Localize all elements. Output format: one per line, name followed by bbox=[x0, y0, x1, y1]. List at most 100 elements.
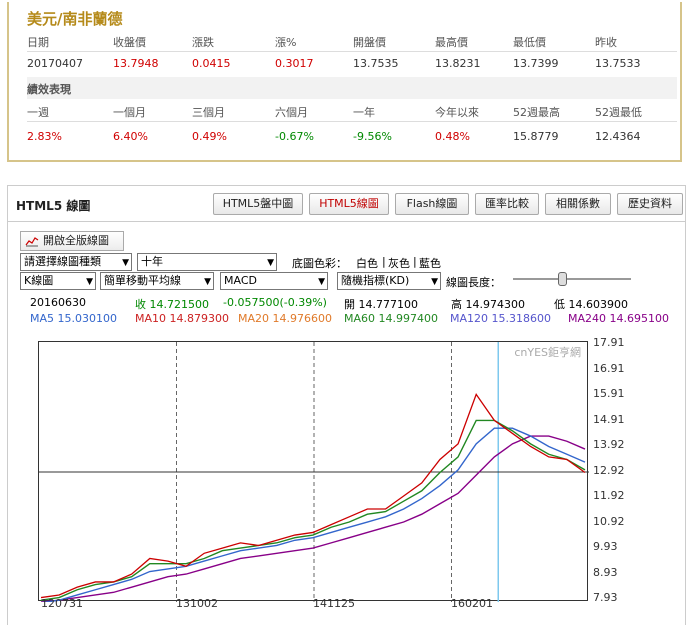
header-cell: 昨收 bbox=[595, 36, 617, 49]
header-cell: 今年以來 bbox=[435, 106, 479, 119]
period-select[interactable]: 十年 ▼ bbox=[137, 253, 277, 271]
header-cell: 一個月 bbox=[113, 106, 146, 119]
pair-title: 美元/南非蘭德 bbox=[27, 10, 123, 28]
series-line-ma240 bbox=[40, 435, 586, 603]
slider-thumb[interactable] bbox=[558, 272, 567, 286]
section-title: 績效表現 bbox=[27, 83, 71, 96]
chart-type-value: 請選擇線圖種類 bbox=[24, 255, 101, 268]
chevron-down-icon: ▼ bbox=[122, 258, 129, 268]
value-cell: 12.4364 bbox=[595, 130, 641, 143]
tab-history[interactable]: 歷史資料 bbox=[617, 193, 683, 215]
x-tick-label: 160201 bbox=[451, 597, 493, 610]
bg-white-option[interactable]: 白色 bbox=[356, 255, 378, 271]
chevron-down-icon: ▼ bbox=[318, 277, 325, 287]
x-tick-label: 141125 bbox=[313, 597, 355, 610]
bg-blue-option[interactable]: 藍色 bbox=[419, 255, 441, 271]
period-value: 十年 bbox=[141, 255, 163, 268]
ma120-readout: MA120 15.318600 bbox=[450, 312, 551, 325]
high-readout: 高 14.974300 bbox=[451, 298, 525, 311]
quote-value-row: 20170407 13.7948 0.0415 0.3017 13.7535 1… bbox=[27, 53, 677, 75]
y-tick-label: 11.92 bbox=[593, 489, 625, 502]
chevron-down-icon: ▼ bbox=[86, 277, 93, 287]
header-cell: 漲跌 bbox=[192, 36, 214, 49]
tab-rate-compare[interactable]: 匯率比較 bbox=[475, 193, 539, 215]
chart-header: HTML5 線圖 HTML5盤中圖 HTML5線圖 Flash線圖 匯率比較 相… bbox=[8, 186, 685, 222]
header-cell: 最高價 bbox=[435, 36, 468, 49]
y-tick-label: 10.92 bbox=[593, 514, 625, 528]
tab-flash-chart[interactable]: Flash線圖 bbox=[395, 193, 469, 215]
value-cell: 13.8231 bbox=[435, 57, 481, 70]
kline-select[interactable]: K線圖 ▼ bbox=[20, 272, 96, 290]
change-readout: -0.057500(-0.39%) bbox=[223, 296, 327, 309]
quote-header-row: 日期 收盤價 漲跌 漲% 開盤價 最高價 最低價 昨收 bbox=[27, 30, 677, 52]
quote-panel: 美元/南非蘭德 日期 收盤價 漲跌 漲% 開盤價 最高價 最低價 昨收 2017… bbox=[7, 2, 682, 162]
header-cell: 52週最低 bbox=[595, 106, 642, 119]
ma-select[interactable]: 簡單移動平均線 ▼ bbox=[100, 272, 214, 290]
price-chart[interactable]: cnYES鉅亨網 bbox=[38, 341, 589, 604]
header-cell: 52週最高 bbox=[513, 106, 560, 119]
y-tick-label: 9.93 bbox=[593, 540, 618, 553]
header-cell: 一年 bbox=[353, 106, 375, 119]
ma5-readout: MA5 15.030100 bbox=[30, 312, 117, 325]
tab-html5-chart[interactable]: HTML5線圖 bbox=[309, 193, 389, 215]
value-cell: 0.0415 bbox=[192, 57, 231, 70]
x-tick-label: 120731 bbox=[41, 597, 83, 610]
chart-type-select[interactable]: 請選擇線圖種類 ▼ bbox=[20, 253, 132, 271]
tab-correlation[interactable]: 相關係數 bbox=[545, 193, 611, 215]
y-tick-label: 7.93 bbox=[593, 591, 618, 604]
value-cell: 0.3017 bbox=[275, 57, 314, 70]
ma240-readout: MA240 14.695100 bbox=[568, 312, 669, 325]
y-tick-label: 8.93 bbox=[593, 565, 618, 579]
ma10-readout: MA10 14.879300 bbox=[135, 312, 229, 325]
chart-length-label: 線圖長度： bbox=[446, 276, 501, 289]
bg-gray-option[interactable]: 灰色 bbox=[388, 255, 410, 271]
macd-value: MACD bbox=[224, 274, 257, 287]
header-cell: 日期 bbox=[27, 36, 49, 49]
macd-select[interactable]: MACD ▼ bbox=[220, 272, 328, 290]
value-cell: 13.7948 bbox=[113, 57, 159, 70]
header-cell: 收盤價 bbox=[113, 36, 146, 49]
separator: | bbox=[382, 255, 386, 268]
chevron-down-icon: ▼ bbox=[267, 258, 274, 268]
close-readout: 收 14.721500 bbox=[135, 298, 209, 311]
separator: | bbox=[413, 255, 417, 268]
y-tick-label: 17.91 bbox=[593, 336, 625, 349]
series-line-ma60 bbox=[40, 427, 586, 604]
y-tick-label: 13.92 bbox=[593, 438, 625, 451]
chevron-down-icon: ▼ bbox=[204, 277, 211, 287]
header-cell: 漲% bbox=[275, 36, 297, 49]
date-readout: 20160630 bbox=[30, 296, 86, 309]
tab-html5-intraday[interactable]: HTML5盤中圖 bbox=[213, 193, 303, 215]
slider-track bbox=[513, 278, 631, 280]
chart-panel: HTML5 線圖 HTML5盤中圖 HTML5線圖 Flash線圖 匯率比較 相… bbox=[7, 185, 686, 625]
open-readout: 開 14.777100 bbox=[344, 298, 418, 311]
header-cell: 最低價 bbox=[513, 36, 546, 49]
ma-value: 簡單移動平均線 bbox=[104, 274, 181, 287]
x-tick-label: 131002 bbox=[176, 597, 218, 610]
kd-select[interactable]: 隨機指標(KD) ▼ bbox=[337, 272, 441, 290]
kline-value: K線圖 bbox=[24, 274, 54, 287]
performance-value-row: 2.83% 6.40% 0.49% -0.67% -9.56% 0.48% 15… bbox=[27, 126, 677, 148]
watermark: cnYES鉅亨網 bbox=[514, 346, 581, 359]
chart-length-slider[interactable] bbox=[513, 272, 631, 286]
bg-color-label: 底圖色彩： bbox=[292, 257, 347, 270]
kd-value: 隨機指標(KD) bbox=[341, 274, 410, 287]
header-cell: 一週 bbox=[27, 106, 49, 119]
header-cell: 六個月 bbox=[275, 106, 308, 119]
series-line-ma20 bbox=[40, 419, 586, 601]
chevron-down-icon: ▼ bbox=[431, 277, 438, 287]
value-cell: 20170407 bbox=[27, 57, 83, 70]
header-cell: 三個月 bbox=[192, 106, 225, 119]
value-cell: 0.48% bbox=[435, 130, 470, 143]
value-cell: -9.56% bbox=[353, 130, 392, 143]
price-chart-svg bbox=[39, 342, 589, 604]
value-cell: 6.40% bbox=[113, 130, 148, 143]
chart-icon bbox=[25, 237, 39, 247]
header-cell: 開盤價 bbox=[353, 36, 386, 49]
open-full-chart-button[interactable]: 開啟全版線圖 bbox=[20, 231, 124, 251]
performance-header-row: 一週 一個月 三個月 六個月 一年 今年以來 52週最高 52週最低 bbox=[27, 100, 677, 122]
low-readout: 低 14.603900 bbox=[554, 298, 628, 311]
value-cell: 13.7533 bbox=[595, 57, 641, 70]
ma60-readout: MA60 14.997400 bbox=[344, 312, 438, 325]
value-cell: 2.83% bbox=[27, 130, 62, 143]
